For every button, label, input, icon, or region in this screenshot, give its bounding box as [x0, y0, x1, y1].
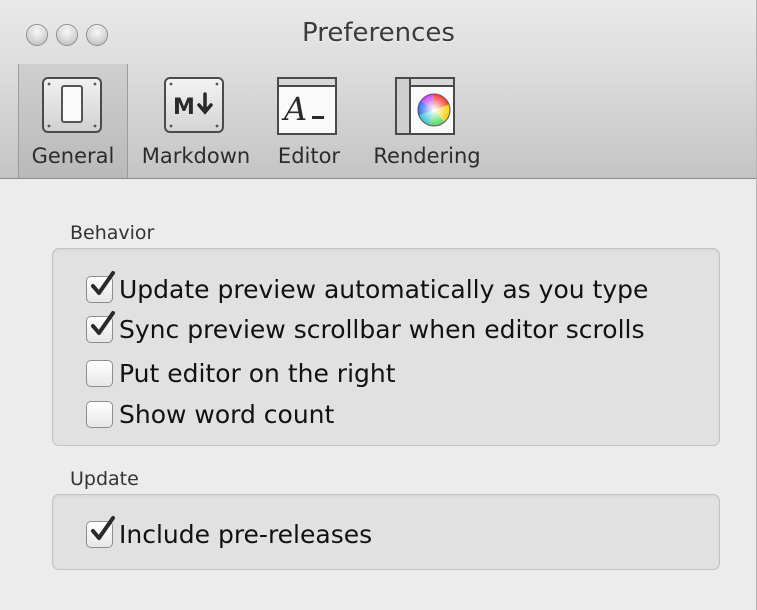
general-switch-icon: [42, 77, 102, 133]
editor-text-icon: A: [277, 77, 337, 135]
update-preview-checkbox[interactable]: [86, 270, 115, 303]
pre-releases-checkbox[interactable]: [86, 515, 115, 548]
svg-text:M: M: [173, 95, 195, 120]
behavior-group-title: Behavior: [70, 222, 155, 244]
tab-editor-label: Editor: [277, 144, 341, 168]
tab-general-label: General: [31, 144, 115, 168]
tab-rendering-label: Rendering: [373, 144, 481, 168]
word-count-checkbox[interactable]: [86, 400, 113, 428]
tab-rendering[interactable]: Rendering: [362, 64, 492, 178]
pre-releases-label: Include pre-releases: [119, 519, 373, 549]
tab-markdown-label: Markdown: [141, 144, 251, 168]
color-wheel-icon: [395, 77, 455, 135]
markdown-icon: M: [164, 77, 224, 133]
svg-text:A: A: [281, 90, 307, 128]
sync-scrollbar-label: Sync preview scrollbar when editor scrol…: [119, 314, 645, 344]
tab-editor[interactable]: A Editor: [264, 64, 354, 178]
update-group-title: Update: [70, 468, 139, 490]
sync-scrollbar-option[interactable]: Sync preview scrollbar when editor scrol…: [86, 310, 645, 347]
pre-releases-option[interactable]: Include pre-releases: [86, 515, 373, 552]
checkmark-icon: [91, 310, 115, 335]
sync-scrollbar-checkbox[interactable]: [86, 310, 115, 343]
checkmark-icon: [91, 270, 115, 295]
window-title: Preferences: [302, 18, 455, 48]
update-preview-option[interactable]: Update preview automatically as you type: [86, 270, 649, 307]
editor-right-label: Put editor on the right: [119, 358, 396, 388]
preferences-window: Preferences General M Markdown A Editor …: [0, 0, 757, 610]
tab-general[interactable]: General: [18, 64, 128, 178]
editor-right-option[interactable]: Put editor on the right: [86, 355, 396, 391]
update-preview-label: Update preview automatically as you type: [119, 274, 649, 304]
word-count-label: Show word count: [119, 399, 335, 429]
editor-right-checkbox[interactable]: [86, 359, 113, 387]
titlebar-toolbar: Preferences General M Markdown A Editor …: [0, 0, 756, 179]
word-count-option[interactable]: Show word count: [86, 396, 334, 432]
tab-markdown[interactable]: M Markdown: [135, 64, 257, 178]
checkmark-icon: [91, 515, 115, 540]
